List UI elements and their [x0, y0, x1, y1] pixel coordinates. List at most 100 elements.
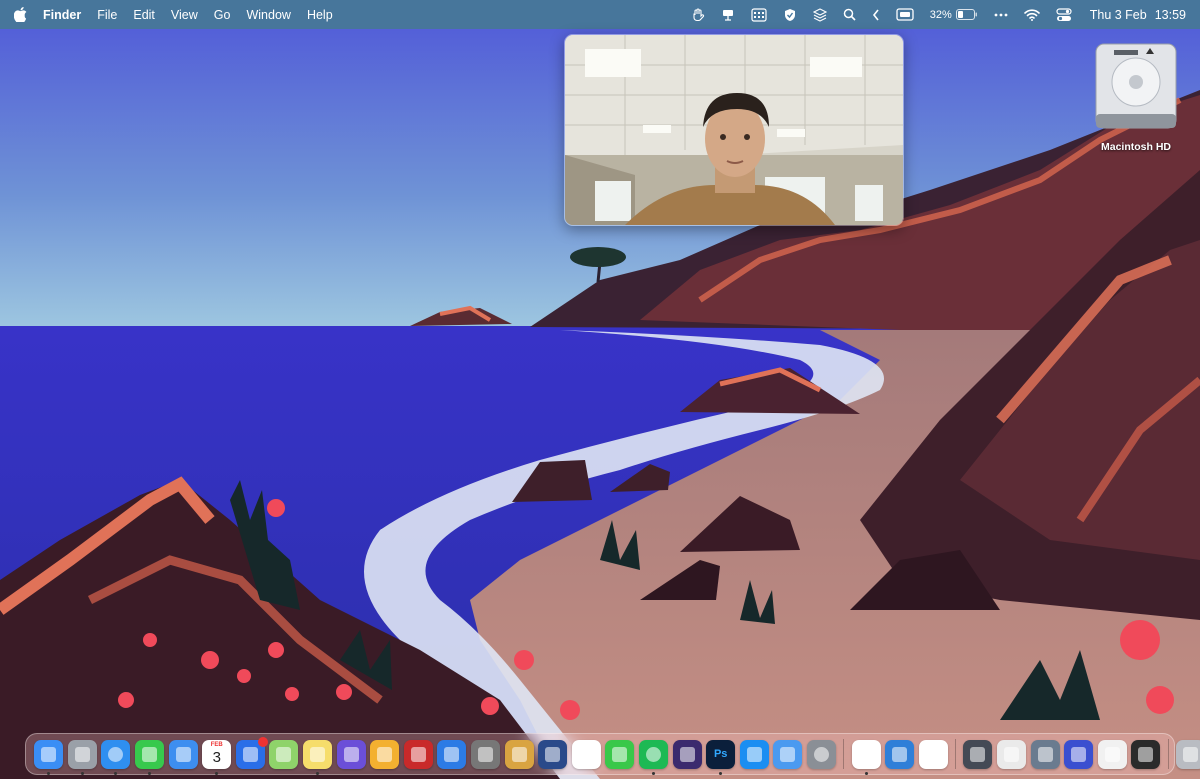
dock-item-system-preferences[interactable]	[806, 739, 836, 769]
chevron-left-icon[interactable]	[864, 0, 888, 29]
dock-item-tuxedo[interactable]	[918, 739, 948, 769]
dock-item-safari[interactable]	[101, 739, 131, 775]
dock-item-voice[interactable]	[672, 739, 702, 769]
menu-view[interactable]: View	[163, 0, 206, 29]
spotlight-search-icon[interactable]	[835, 0, 864, 29]
safari-icon	[108, 746, 124, 762]
dock-item-spotify[interactable]	[638, 739, 668, 775]
trash-icon	[1182, 746, 1198, 762]
dock-item-launchpad[interactable]	[67, 739, 97, 775]
more-icon[interactable]	[986, 0, 1016, 29]
hard-drive-icon	[1095, 43, 1177, 129]
dock-item-photoshop[interactable]: Ps	[706, 739, 736, 775]
app-menu-finder[interactable]: Finder	[33, 0, 89, 29]
dock-separator	[843, 739, 845, 769]
dock-item-preview[interactable]	[996, 739, 1026, 769]
dock-item-photoshop-doc[interactable]	[1097, 739, 1127, 769]
preview-icon	[1003, 746, 1019, 762]
running-indicator	[651, 771, 655, 775]
video-icon	[1071, 746, 1087, 762]
dock-item-tes[interactable]	[370, 739, 400, 769]
shortcuts-icon	[343, 746, 359, 762]
dock-item-mail[interactable]	[168, 739, 198, 769]
running-indicator	[80, 771, 84, 775]
display-icon[interactable]	[888, 0, 922, 29]
menu-file[interactable]: File	[89, 0, 125, 29]
battery-status[interactable]: 32%	[922, 0, 986, 29]
menubar-clock[interactable]: Thu 3 Feb 13:59	[1080, 8, 1186, 22]
running-indicator	[148, 771, 152, 775]
camera-window[interactable]	[564, 34, 904, 226]
shield-icon[interactable]	[775, 0, 805, 29]
dock-item-testflight[interactable]	[773, 739, 803, 769]
messages-icon	[142, 746, 158, 762]
running-indicator	[864, 771, 868, 775]
spotify-icon	[645, 746, 661, 762]
presenter-icon[interactable]	[713, 0, 743, 29]
dock-item-photos[interactable]	[571, 739, 601, 769]
menu-window[interactable]: Window	[238, 0, 298, 29]
dock-separator	[955, 739, 957, 769]
app-icon	[410, 746, 426, 762]
dock-item-red-app[interactable]	[403, 739, 433, 769]
dock-item-game[interactable]	[504, 739, 534, 769]
wifi-icon[interactable]	[1016, 0, 1048, 29]
swirl-icon	[444, 746, 460, 762]
butterfly-icon	[377, 746, 393, 762]
launchpad-icon	[74, 746, 90, 762]
dock-item-blue-swirl[interactable]	[437, 739, 467, 769]
dock-item-messages[interactable]	[135, 739, 165, 775]
running-indicator	[719, 771, 723, 775]
dock-item-cz[interactable]	[538, 739, 568, 769]
dock-item-calendar[interactable]: FEB 3	[202, 739, 232, 775]
app-store-icon	[746, 746, 762, 762]
menu-help[interactable]: Help	[299, 0, 341, 29]
desktop-icon-macintosh-hd[interactable]: Macintosh HD	[1090, 40, 1182, 153]
waveform-icon	[679, 746, 695, 762]
photos-icon	[578, 746, 594, 762]
dock-item-shortcuts[interactable]	[336, 739, 366, 769]
dock-item-screenshot[interactable]	[1030, 739, 1060, 769]
apple-menu-icon[interactable]	[0, 0, 33, 29]
dock-item-finder[interactable]	[34, 739, 64, 775]
hand-icon[interactable]	[683, 0, 713, 29]
screenshot-icon	[1037, 746, 1053, 762]
clock-date: Thu 3 Feb	[1089, 7, 1147, 22]
dock-item-box-app[interactable]	[963, 739, 993, 769]
dock-item-facetime[interactable]	[605, 739, 635, 769]
dock-item-app-store[interactable]	[739, 739, 769, 769]
dock-separator	[1167, 739, 1169, 769]
game-icon	[511, 746, 527, 762]
battery-percent: 32%	[929, 8, 952, 21]
dock-item-migration[interactable]	[885, 739, 915, 769]
notification-badge	[257, 736, 268, 747]
calendar-month: FEB	[210, 741, 223, 748]
control-center-icon[interactable]	[1048, 0, 1080, 29]
tasks-icon	[242, 746, 258, 762]
dock-item-chrome[interactable]	[851, 739, 881, 775]
keyboard-icon	[1138, 746, 1154, 762]
gear-icon	[813, 746, 829, 762]
layers-icon[interactable]	[805, 0, 835, 29]
notes-icon	[310, 746, 326, 762]
dock-item-keyboard[interactable]	[1131, 739, 1161, 769]
menu-edit[interactable]: Edit	[125, 0, 163, 29]
battery-icon	[955, 9, 977, 20]
keyboard-grid-icon[interactable]	[743, 0, 775, 29]
dock-item-maps[interactable]	[269, 739, 299, 769]
dock-item-trash[interactable]	[1175, 739, 1200, 769]
dock-item-notes[interactable]	[303, 739, 333, 775]
cz-icon	[545, 746, 561, 762]
menu-go[interactable]: Go	[206, 0, 239, 29]
dock-item-video[interactable]	[1064, 739, 1094, 769]
dock-item-tasks[interactable]	[235, 736, 268, 769]
testflight-icon	[780, 746, 796, 762]
running-indicator	[215, 771, 219, 775]
dock-item-film[interactable]	[471, 739, 501, 769]
finder-icon	[41, 746, 57, 762]
menu-bar: Finder File Edit View Go Window Help 32%…	[0, 0, 1200, 29]
box-icon	[970, 746, 986, 762]
running-indicator	[47, 771, 51, 775]
photoshop-icon: Ps	[713, 748, 728, 760]
document-icon	[1104, 746, 1120, 762]
